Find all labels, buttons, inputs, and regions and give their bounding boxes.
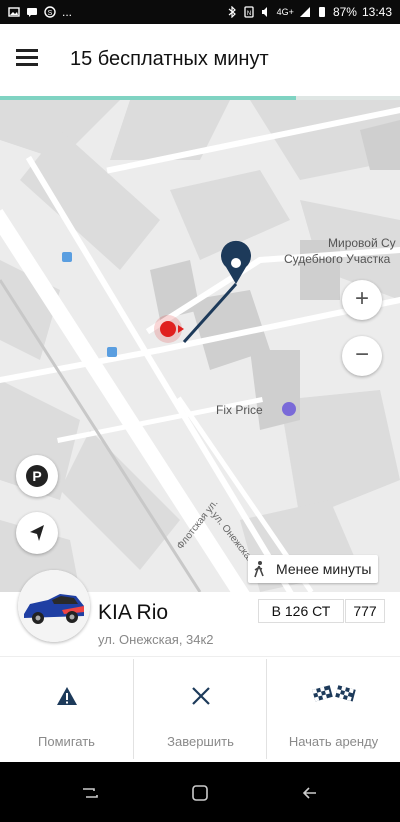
car-avatar [18, 570, 90, 642]
parking-button[interactable]: P [16, 455, 58, 497]
signal-icon [299, 7, 310, 17]
sound-icon [261, 7, 267, 17]
hamburger-icon[interactable] [16, 49, 38, 69]
close-icon [191, 687, 210, 705]
blink-label: Помигать [38, 734, 95, 749]
car-name: KIA Rio [98, 601, 169, 624]
finish-button[interactable]: Завершить [134, 657, 267, 763]
walking-person-icon [248, 555, 270, 583]
zoom-in-button[interactable]: + [342, 280, 382, 320]
page-title: 15 бесплатных минут [70, 48, 269, 70]
status-bar: S ... N 4G+ 87% 13:43 [0, 0, 400, 24]
skype-icon: S [44, 6, 56, 18]
walking-time-badge: Менее минуты [248, 555, 378, 583]
back-icon[interactable] [300, 783, 320, 803]
map-label-court-1: Мировой Су [328, 236, 396, 250]
battery-icon [318, 7, 325, 17]
map-view[interactable]: Мировой Су Судебного Участка Fix Price у… [0, 100, 400, 592]
system-nav-bar [0, 762, 400, 822]
checkered-flags-icon [311, 685, 356, 702]
svg-text:N: N [247, 11, 251, 17]
more-notifications: ... [62, 5, 73, 19]
navigation-arrow-icon [30, 525, 44, 541]
map-label-court-2: Судебного Участка [284, 252, 391, 266]
network-type: 4G+ [276, 7, 294, 17]
start-rental-button[interactable]: Начать аренду [267, 657, 400, 763]
walking-time-label: Менее минуты [276, 561, 372, 577]
nfc-icon: N [244, 6, 254, 18]
app-toolbar: 15 бесплатных минут [0, 24, 400, 96]
start-rental-label: Начать аренду [288, 734, 379, 749]
blink-button[interactable]: Помигать [0, 657, 133, 763]
license-plate-region: 777 [345, 599, 385, 623]
recent-apps-icon[interactable] [80, 783, 100, 803]
clock: 13:43 [361, 5, 392, 19]
car-image-icon [18, 570, 90, 642]
my-location-button[interactable] [16, 512, 58, 554]
parking-icon: P [26, 465, 48, 487]
svg-text:S: S [48, 10, 53, 17]
home-icon[interactable] [190, 783, 210, 803]
car-address: ул. Онежская, 34к2 [98, 632, 214, 647]
finish-label: Завершить [167, 734, 234, 749]
map-label-fix-price: Fix Price [216, 403, 263, 417]
zoom-out-button[interactable]: − [342, 336, 382, 376]
warning-icon [56, 687, 77, 705]
license-plate-number: В 126 СТ [258, 599, 344, 623]
message-icon [27, 8, 37, 17]
battery-percent: 87% [332, 5, 357, 19]
bluetooth-icon [228, 6, 236, 18]
action-bar: Помигать Завершить Начать аренду [0, 656, 400, 763]
gallery-icon [8, 7, 20, 17]
